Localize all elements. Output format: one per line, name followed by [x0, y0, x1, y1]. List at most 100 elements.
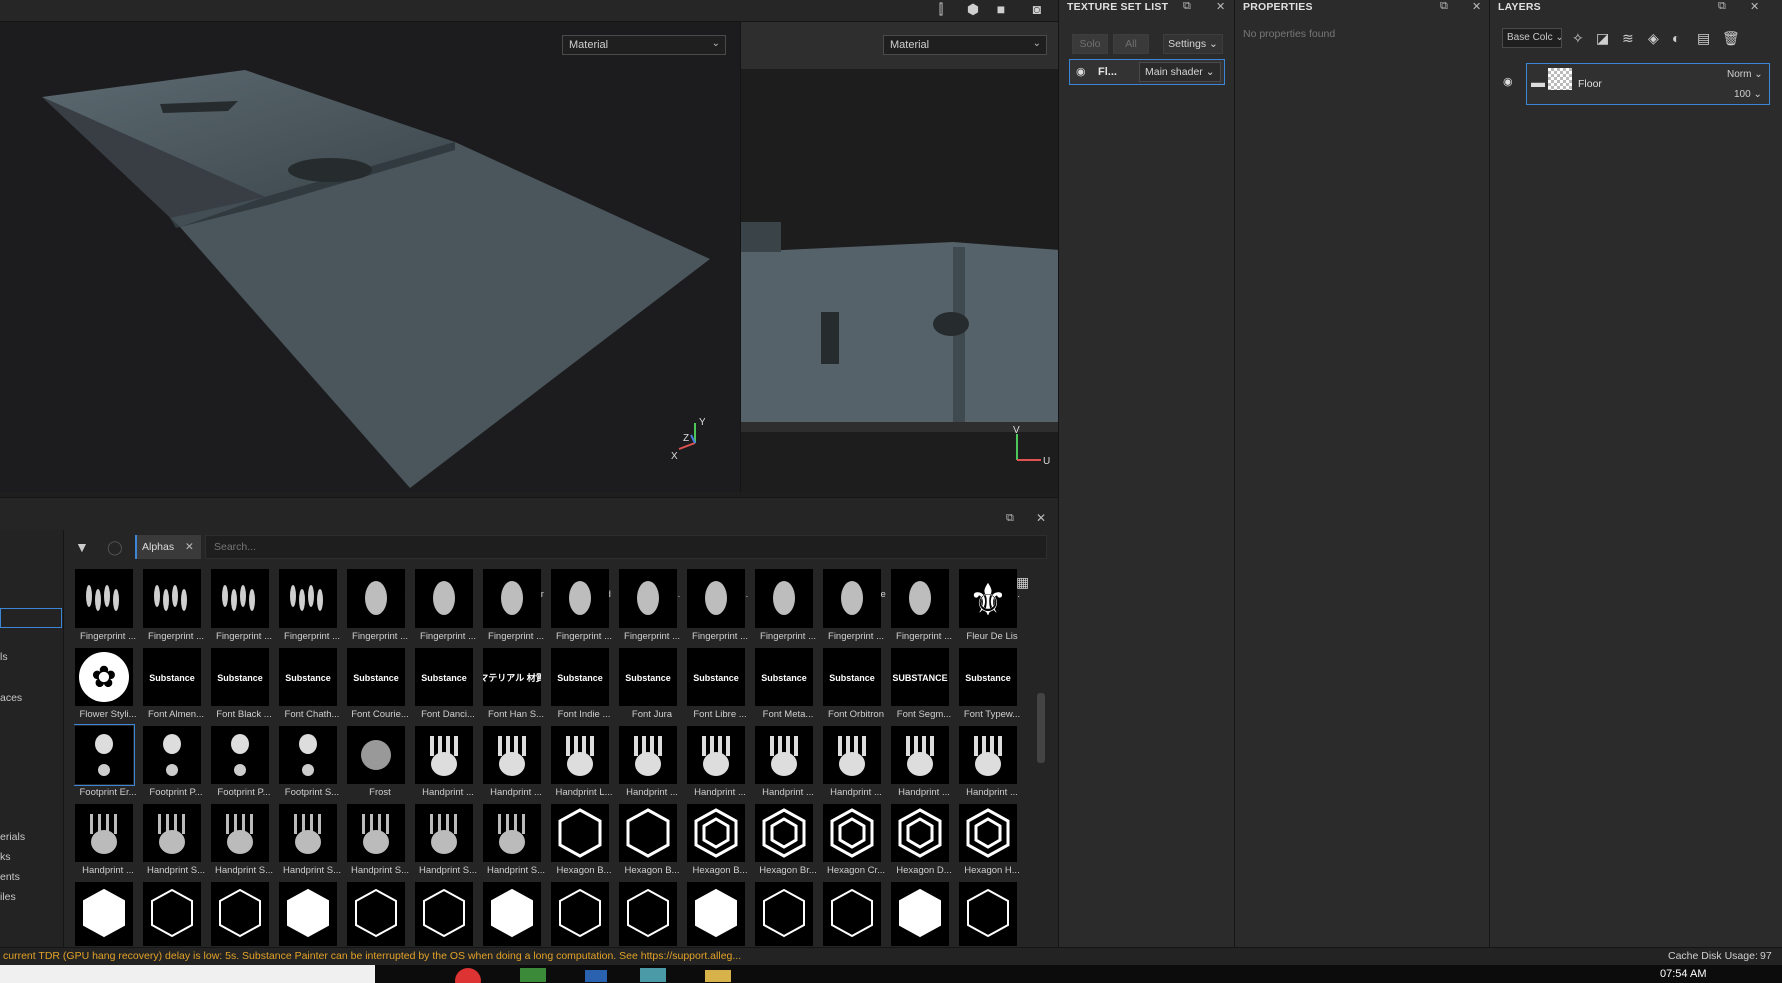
- screenshot-icon[interactable]: ◙: [1026, 0, 1048, 20]
- alpha-tile[interactable]: Fingerprint ...: [822, 570, 884, 648]
- alpha-tile[interactable]: Handprint S...: [278, 804, 341, 882]
- alpha-tile[interactable]: SUBSTANCE Font Segm...: [890, 648, 951, 726]
- alpha-tile[interactable]: Fingerprint ...: [754, 570, 816, 648]
- filter-icon[interactable]: ▼: [75, 539, 89, 555]
- alpha-tile[interactable]: Handprint ...: [754, 726, 814, 804]
- alpha-tile[interactable]: Substance Font Typew...: [958, 648, 1020, 726]
- category-item[interactable]: aces: [0, 692, 22, 704]
- alpha-tile[interactable]: Footprint P...: [210, 726, 271, 804]
- alpha-tile[interactable]: [142, 882, 202, 946]
- alpha-tile[interactable]: Substance Font Danci...: [414, 648, 475, 726]
- effect-icon[interactable]: ◐: [1672, 30, 1680, 46]
- alpha-tile[interactable]: [754, 882, 814, 946]
- alpha-tile[interactable]: [482, 882, 542, 946]
- alpha-tile[interactable]: [414, 882, 474, 946]
- category-item[interactable]: ls: [0, 651, 8, 663]
- alpha-tile[interactable]: [278, 882, 338, 946]
- app-icon[interactable]: [640, 968, 666, 982]
- material-mode-select[interactable]: Material ⌄: [562, 35, 726, 55]
- settings-button[interactable]: Settings ⌄: [1163, 34, 1223, 54]
- alpha-tile[interactable]: Footprint S...: [278, 726, 339, 804]
- category-item[interactable]: erials: [0, 831, 25, 843]
- alpha-tile[interactable]: Substance Font Chath...: [278, 648, 339, 726]
- app-icon[interactable]: [520, 968, 546, 982]
- alpha-tile[interactable]: Footprint P...: [142, 726, 203, 804]
- alpha-tile[interactable]: Handprint ...: [822, 726, 882, 804]
- close-icon[interactable]: ✕: [1472, 0, 1481, 13]
- alpha-tile[interactable]: Handprint ...: [414, 726, 474, 804]
- fill-layer-icon[interactable]: ◈: [1648, 30, 1659, 47]
- channel-select[interactable]: Base Colc ⌄: [1502, 28, 1562, 48]
- alpha-tile[interactable]: Handprint ...: [958, 726, 1018, 804]
- alpha-tile[interactable]: Hexagon Br...: [754, 804, 817, 882]
- alpha-tile[interactable]: Hexagon B...: [550, 804, 611, 882]
- alpha-tile[interactable]: Substance Font Almen...: [142, 648, 204, 726]
- alpha-tile[interactable]: [74, 882, 134, 946]
- add-layer-icon[interactable]: ≋: [1622, 30, 1634, 47]
- alpha-tile[interactable]: Hexagon B...: [618, 804, 679, 882]
- alpha-tile[interactable]: [346, 882, 406, 946]
- alpha-tile[interactable]: Fingerprint ...: [686, 570, 748, 648]
- alpha-tile[interactable]: マテリアル 材質 Font Han S...: [482, 648, 544, 726]
- alpha-tile[interactable]: Fingerprint ...: [890, 570, 952, 648]
- alpha-tile[interactable]: Fingerprint ...: [210, 570, 272, 648]
- alpha-tile[interactable]: Hexagon B...: [686, 804, 747, 882]
- all-button[interactable]: All: [1113, 34, 1149, 54]
- material-mode-select-2d[interactable]: Material ⌄: [883, 35, 1047, 55]
- alpha-tile[interactable]: ✿ Flower Styli...: [74, 648, 137, 726]
- category-item[interactable]: ents: [0, 871, 20, 883]
- alpha-tile[interactable]: [686, 882, 746, 946]
- alpha-tile[interactable]: Substance Font Indie ...: [550, 648, 610, 726]
- close-icon[interactable]: ✕: [1750, 0, 1759, 13]
- alpha-tile[interactable]: Handprint ...: [618, 726, 678, 804]
- alpha-tile[interactable]: Hexagon D...: [890, 804, 952, 882]
- taskbar-search[interactable]: [0, 965, 375, 983]
- alpha-tile[interactable]: Substance Font Jura: [618, 648, 678, 726]
- alpha-tile[interactable]: Fingerprint ...: [74, 570, 136, 648]
- alpha-tile[interactable]: [210, 882, 270, 946]
- alpha-tile[interactable]: Substance Font Meta...: [754, 648, 814, 726]
- filter-tag-alphas[interactable]: Alphas ✕: [135, 535, 201, 559]
- alpha-tile[interactable]: Handprint S...: [210, 804, 273, 882]
- close-icon[interactable]: ✕: [1216, 0, 1225, 13]
- alpha-tile[interactable]: [822, 882, 882, 946]
- close-icon[interactable]: ✕: [1036, 511, 1046, 525]
- alpha-tile[interactable]: Footprint Er...: [74, 724, 137, 804]
- alpha-tile[interactable]: ⚜ Fleur De Lis: [958, 570, 1018, 648]
- texture-set-item[interactable]: ◉ Fl... Main shader ⌄: [1069, 59, 1225, 85]
- alpha-tile[interactable]: Fingerprint ...: [414, 570, 476, 648]
- alpha-tile[interactable]: Handprint ...: [74, 804, 134, 882]
- alpha-tile[interactable]: Handprint ...: [890, 726, 950, 804]
- alpha-tile[interactable]: [550, 882, 610, 946]
- alpha-tile[interactable]: Hexagon H...: [958, 804, 1020, 882]
- solo-button[interactable]: Solo: [1072, 34, 1108, 54]
- add-folder-icon[interactable]: ▤: [1697, 30, 1710, 47]
- app-icon[interactable]: [585, 970, 607, 982]
- alpha-tile[interactable]: Handprint ...: [686, 726, 746, 804]
- alpha-tile[interactable]: Fingerprint ...: [278, 570, 340, 648]
- layer-row[interactable]: ◉ ▬ Floor Norm ⌄ 100 ⌄: [1503, 63, 1770, 105]
- folder-icon[interactable]: [705, 970, 731, 982]
- viewport-2d[interactable]: Material ⌄ V U: [740, 22, 1058, 492]
- alpha-tile[interactable]: Fingerprint ...: [618, 570, 680, 648]
- alpha-tile[interactable]: Substance Font Black ...: [210, 648, 272, 726]
- alpha-tile[interactable]: [890, 882, 950, 946]
- opacity-select[interactable]: 100 ⌄: [1734, 89, 1762, 100]
- shader-select[interactable]: Main shader ⌄: [1139, 62, 1221, 82]
- cube-view-icon[interactable]: ⬢: [962, 0, 984, 20]
- category-item[interactable]: iles: [0, 891, 16, 903]
- alpha-tile[interactable]: [618, 882, 678, 946]
- alpha-tile[interactable]: [958, 882, 1018, 946]
- undock-icon[interactable]: ⧉: [1006, 512, 1014, 525]
- remove-tag-icon[interactable]: ✕: [185, 535, 194, 559]
- category-selected[interactable]: [0, 608, 62, 628]
- visibility-icon[interactable]: ◉: [1076, 65, 1086, 78]
- alpha-tile[interactable]: Fingerprint ...: [550, 570, 612, 648]
- alpha-tile[interactable]: Handprint ...: [482, 726, 542, 804]
- magic-wand-icon[interactable]: ✧: [1572, 30, 1584, 47]
- alpha-tile[interactable]: Frost: [346, 726, 406, 804]
- alpha-tile[interactable]: Handprint S...: [346, 804, 409, 882]
- undock-icon[interactable]: ⧉: [1183, 0, 1191, 13]
- viewport-3d[interactable]: Material ⌄ Y Z X: [0, 22, 740, 492]
- undock-icon[interactable]: ⧉: [1718, 0, 1726, 13]
